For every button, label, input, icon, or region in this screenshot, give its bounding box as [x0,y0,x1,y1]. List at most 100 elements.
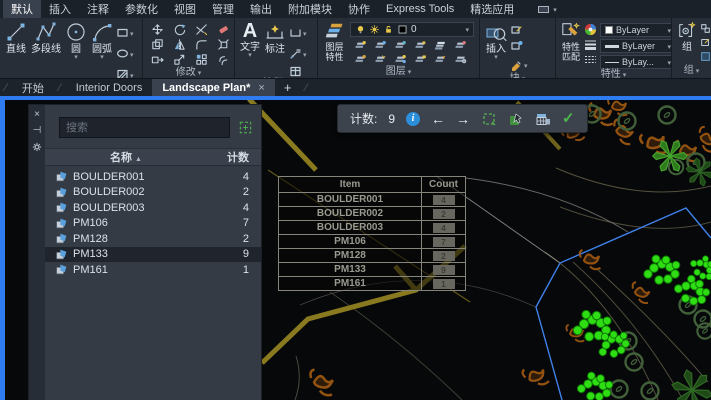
palette-settings-icon[interactable] [32,142,42,152]
list-item[interactable]: BOULDER0034 [45,200,261,216]
name-column-header[interactable]: 名称▲ [45,149,207,165]
ribbon-tab-insert[interactable]: 插入 [41,0,79,18]
rectangle-button[interactable] [116,23,134,41]
create-selection-set-button[interactable] [508,111,524,127]
palette-autohide-icon[interactable]: ⊣ [33,126,42,136]
layer-tool-icon[interactable] [434,39,447,52]
close-tab-icon[interactable]: × [258,82,264,94]
mirror-icon[interactable] [173,38,186,51]
ungroup-button[interactable] [700,23,711,34]
layer-tool-icon[interactable] [374,53,387,66]
group-button[interactable]: 组 [675,20,699,54]
linetype-icon[interactable] [584,53,597,66]
ribbon-tab-addins[interactable]: 附加模块 [280,0,340,18]
layer-properties-button[interactable]: 图层特性 [321,20,348,63]
insert-count-table-button[interactable] [535,111,551,127]
arc-button[interactable]: 圆弧 [89,20,115,63]
doc-tab-start[interactable]: 开始 [12,79,54,96]
lineweight-icon[interactable] [584,38,597,51]
panel-label-groups[interactable]: 组 [672,65,711,78]
polyline-button[interactable]: 多段线 [29,20,63,56]
layer-tool-icon[interactable] [354,39,367,52]
panel-label-modify[interactable]: 修改 [143,67,234,78]
line-button[interactable]: 直线 [3,20,29,56]
layer-tool-icon[interactable] [374,39,387,52]
layer-tool-icon[interactable] [414,39,427,52]
ribbon-tab-parametric[interactable]: 参数化 [117,0,166,18]
cad-count-table: Item Count BOULDER0014 BOULDER0022 BOULD… [278,176,466,291]
table-button[interactable] [289,65,307,78]
leader-button[interactable] [289,44,307,62]
scale-icon[interactable] [173,53,186,66]
select-objects-icon[interactable] [238,120,253,135]
layer-tool-icon[interactable] [434,53,447,66]
write-block-button[interactable] [510,39,528,52]
ribbon-tab-manage[interactable]: 管理 [204,0,242,18]
insert-block-button[interactable]: 插入 [483,20,509,63]
previous-instance-button[interactable]: ← [431,112,445,126]
list-item[interactable]: PM1067 [45,216,261,232]
group-edit-button[interactable] [700,37,711,48]
dim-linear-button[interactable] [289,23,307,41]
fillet-icon[interactable] [195,38,208,51]
ribbon-display-toggle-button[interactable] [528,0,567,18]
rotate-icon[interactable] [173,23,186,36]
circle-button[interactable]: 圆 [63,20,89,63]
edit-block-button[interactable] [510,23,528,36]
object-color-select[interactable]: ByLayer [600,23,672,37]
ribbon-tab-featured-apps[interactable]: 精选应用 [462,0,522,18]
cad-table-row: BOULDER0022 [279,206,465,220]
doc-tab-interior-doors[interactable]: Interior Doors [66,79,153,96]
list-item[interactable]: PM1611 [45,262,261,278]
ribbon-tab-output[interactable]: 输出 [242,0,280,18]
move-icon[interactable] [151,23,164,36]
ribbon-tab-collaborate[interactable]: 协作 [340,0,378,18]
list-item[interactable]: BOULDER0014 [45,169,261,185]
layer-tool-icon[interactable] [454,53,467,66]
stretch-icon[interactable] [151,53,164,66]
block-attributes-button[interactable] [510,55,528,73]
panel-label-block[interactable]: 块 [480,73,555,78]
layer-select[interactable]: 0 [350,22,474,37]
linetype-select[interactable]: ByLay... [600,55,672,69]
color-wheel-icon[interactable] [584,23,597,36]
layer-tool-icon[interactable] [454,39,467,52]
list-item[interactable]: PM1282 [45,231,261,247]
match-properties-button[interactable]: 特性匹配 [559,20,583,63]
select-counted-objects-button[interactable] [481,111,497,127]
trim-icon[interactable] [195,23,208,36]
array-icon[interactable] [195,53,208,66]
panel-label-properties[interactable]: 特性 [556,69,671,78]
list-item[interactable]: BOULDER0022 [45,185,261,201]
ellipse-button[interactable] [116,44,134,62]
layer-tool-icon[interactable] [394,39,407,52]
next-instance-button[interactable]: → [456,112,470,126]
layer-tool-icon[interactable] [354,53,367,66]
panel-label-layers[interactable]: 图层 [318,66,479,78]
group-selection-button[interactable] [700,51,711,62]
doc-tab-landscape-plan[interactable]: Landscape Plan* × [152,79,274,96]
palette-title-bar[interactable]: × ⊣ [29,105,45,400]
copy-icon[interactable] [151,38,164,51]
list-item-selected[interactable]: PM1339 [45,247,261,263]
finish-count-button[interactable]: ✓ [562,111,575,126]
offset-icon[interactable] [217,53,230,66]
palette-close-icon[interactable]: × [34,110,40,120]
text-button[interactable]: A 文字 [238,20,262,61]
ribbon-tab-view[interactable]: 视图 [166,0,204,18]
ribbon-tab-express-tools[interactable]: Express Tools [378,0,462,18]
drawing-canvas[interactable]: Item Count BOULDER0014 BOULDER0022 BOULD… [0,96,711,400]
new-tab-button[interactable]: + [275,79,301,96]
count-column-header[interactable]: 计数 [207,149,261,165]
hatch-button[interactable] [116,65,134,78]
erase-icon[interactable] [217,23,230,36]
lineweight-select[interactable]: ByLayer [600,39,672,53]
ribbon-tab-annotate[interactable]: 注释 [79,0,117,18]
palette-search-input[interactable] [59,117,230,138]
dimension-button[interactable]: 标注 [262,20,288,56]
count-info-icon[interactable]: i [406,112,420,126]
explode-icon[interactable] [217,38,230,51]
ribbon-tab-home[interactable]: 默认 [3,0,41,18]
layer-tool-icon[interactable] [414,53,427,66]
layer-tool-icon[interactable] [394,53,407,66]
